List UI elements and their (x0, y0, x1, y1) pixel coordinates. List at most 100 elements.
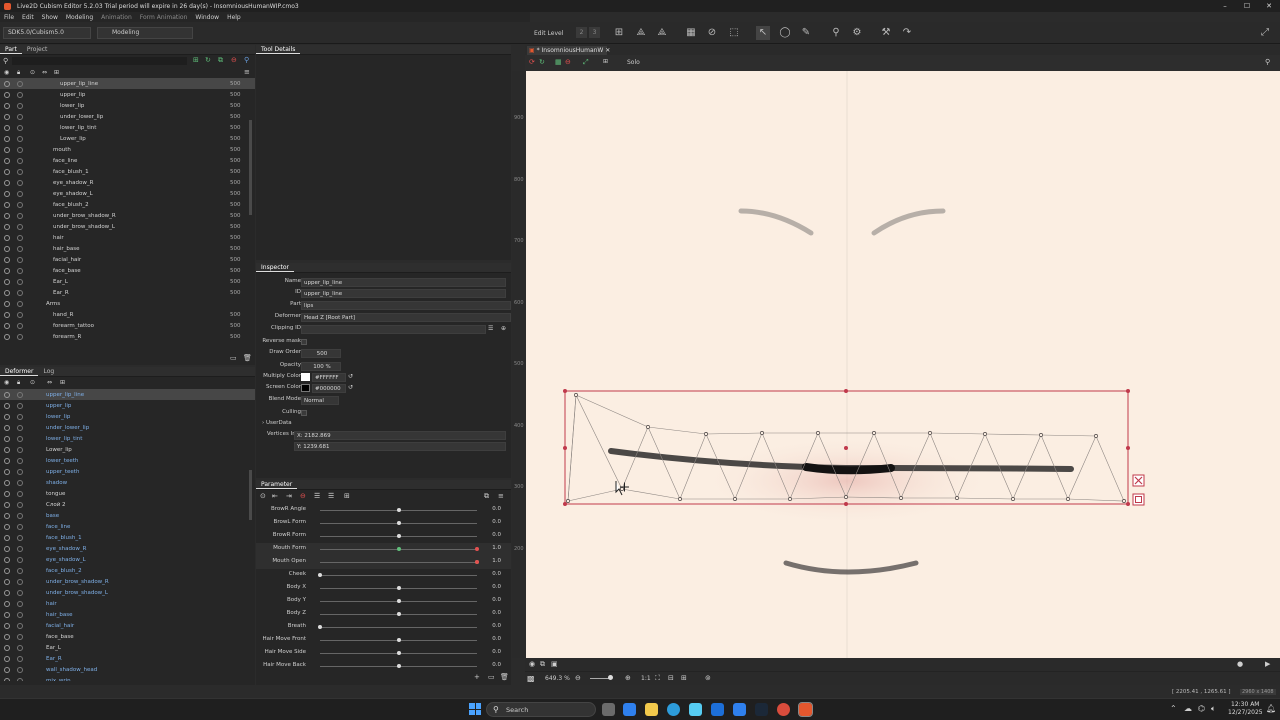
lock-icon[interactable] (17, 512, 23, 519)
tab-close-icon[interactable]: ✕ (605, 47, 610, 54)
lock-icon[interactable] (17, 402, 23, 409)
eye-icon[interactable] (4, 190, 10, 197)
parameter-value[interactable]: 1.0 (492, 558, 501, 564)
lock-icon[interactable] (17, 666, 23, 673)
parameter-track[interactable] (320, 627, 477, 628)
vertex-y-field[interactable]: Y: 1239.681 (294, 442, 506, 451)
lock-icon[interactable] (17, 479, 23, 486)
file-explorer-icon[interactable] (645, 703, 658, 716)
eye-icon[interactable] (4, 402, 10, 409)
parameter-row[interactable]: Hair Move Side 0.0 (256, 647, 511, 660)
parameter-value[interactable]: 0.0 (492, 649, 501, 655)
multiply-color-swatch[interactable] (301, 373, 310, 381)
lock-icon[interactable] (17, 534, 23, 541)
deformer-row[interactable]: base (0, 510, 255, 521)
deformer-row[interactable]: under_brow_shadow_R (0, 576, 255, 587)
close-button[interactable]: ✕ (1258, 0, 1280, 12)
volume-icon[interactable]: 🔈︎ (1211, 704, 1216, 714)
deformer-select[interactable]: Head Z [Root Part] (301, 313, 511, 322)
new-folder-icon[interactable]: ▭ (230, 354, 237, 362)
play-icon[interactable]: ▶ (1265, 660, 1270, 668)
zoom-slider-knob[interactable] (608, 675, 613, 680)
lock-icon[interactable] (17, 311, 23, 318)
eye-icon[interactable] (4, 446, 10, 453)
parts-scrollbar[interactable] (249, 120, 252, 215)
lock-icon[interactable] (17, 435, 23, 442)
pin-tool-icon[interactable]: ⚲ (829, 26, 843, 40)
display-mode-icon[interactable]: ⊚ (705, 674, 711, 682)
part-row[interactable]: face_blush_2 500 (0, 199, 255, 210)
lock-icon[interactable] (17, 300, 23, 307)
eye-icon[interactable] (4, 501, 10, 508)
eyedropper-icon[interactable]: ⚒ (879, 26, 893, 40)
eye-icon[interactable] (4, 391, 10, 398)
eye-icon[interactable] (4, 91, 10, 98)
viewport-tool-3-icon[interactable]: ▦ (555, 58, 562, 66)
parameter-keyform-dot[interactable] (475, 560, 479, 564)
lock-icon[interactable] (17, 611, 23, 618)
deformer-row[interactable]: under_lower_lip (0, 422, 255, 433)
param-hierarchy-icon[interactable]: ⊞ (344, 492, 350, 500)
panel-menu-icon[interactable]: ≡ (244, 68, 250, 76)
parameter-row[interactable]: Breath 0.0 (256, 621, 511, 634)
view-options-icon[interactable]: ⊞ (681, 674, 687, 682)
eye-icon[interactable] (4, 622, 10, 629)
insert-key-icon[interactable]: ⇥ (286, 492, 292, 500)
eye-icon[interactable] (4, 435, 10, 442)
parameter-value[interactable]: 0.0 (492, 519, 501, 525)
arrow-tool-icon[interactable]: ↖ (756, 26, 770, 40)
tab-log[interactable]: Log (38, 368, 59, 375)
deformer-row[interactable]: Слой 2 (0, 499, 255, 510)
lock-icon[interactable] (17, 424, 23, 431)
culling-checkbox[interactable] (301, 410, 307, 416)
parameter-knob[interactable] (396, 508, 401, 512)
reverse-mask-checkbox[interactable] (301, 339, 307, 345)
eye-icon[interactable] (4, 311, 10, 318)
eye-icon[interactable] (4, 545, 10, 552)
parameter-row[interactable]: Body X 0.0 (256, 582, 511, 595)
parameter-value[interactable]: 0.0 (492, 532, 501, 538)
zoom-in-icon[interactable]: ⊕ (625, 674, 631, 682)
lock-icon[interactable] (17, 102, 23, 109)
link-icon[interactable]: ⧉ (218, 56, 223, 65)
eye-icon[interactable] (4, 179, 10, 186)
chrome-icon[interactable] (777, 703, 790, 716)
part-row[interactable]: under_brow_shadow_R 500 (0, 210, 255, 221)
eye-icon[interactable] (4, 234, 10, 241)
lock-icon[interactable] (17, 578, 23, 585)
lock-icon[interactable] (17, 278, 23, 285)
parameter-value[interactable]: 0.0 (492, 597, 501, 603)
parameter-knob[interactable] (396, 651, 401, 655)
parameter-knob[interactable] (318, 573, 322, 577)
deformer-row[interactable]: face_blush_2 (0, 565, 255, 576)
clipping-list-icon[interactable]: ☰ (488, 325, 493, 332)
draw-order-field[interactable]: 500 (301, 349, 341, 358)
part-row[interactable]: mouth 500 (0, 144, 255, 155)
deformer-expand-icon[interactable]: ⊙ (30, 379, 35, 386)
deformer-collapse-icon[interactable]: ⇔ (47, 379, 52, 386)
eye-icon[interactable] (4, 168, 10, 175)
lock-icon[interactable] (17, 523, 23, 530)
parameter-value[interactable]: 0.0 (492, 662, 501, 668)
lock-icon[interactable] (17, 322, 23, 329)
part-row[interactable]: Ear_L 500 (0, 276, 255, 287)
eye-icon[interactable] (4, 322, 10, 329)
parameter-track[interactable] (320, 562, 477, 563)
eye-icon[interactable] (4, 666, 10, 673)
eye-icon[interactable] (4, 600, 10, 607)
eye-icon[interactable] (4, 289, 10, 296)
lock-icon[interactable] (17, 413, 23, 420)
id-field[interactable]: upper_lip_line (301, 289, 506, 298)
parameter-knob[interactable] (396, 664, 401, 668)
parameter-row[interactable]: Mouth Open 1.0 (256, 556, 511, 569)
refresh-icon[interactable]: ↻ (205, 56, 211, 64)
lock-icon[interactable] (17, 490, 23, 497)
param-copy-icon[interactable]: ⧉ (484, 492, 489, 501)
lock-icon[interactable] (17, 179, 23, 186)
glue-tool-icon[interactable]: ⚙ (850, 26, 864, 40)
network-icon[interactable]: ⌬ (1198, 704, 1205, 713)
hierarchy-icon[interactable]: ⊞ (54, 69, 59, 76)
cubism-taskbar-icon[interactable] (798, 702, 813, 717)
lock-icon[interactable] (17, 234, 23, 241)
parameter-track[interactable] (320, 575, 477, 576)
